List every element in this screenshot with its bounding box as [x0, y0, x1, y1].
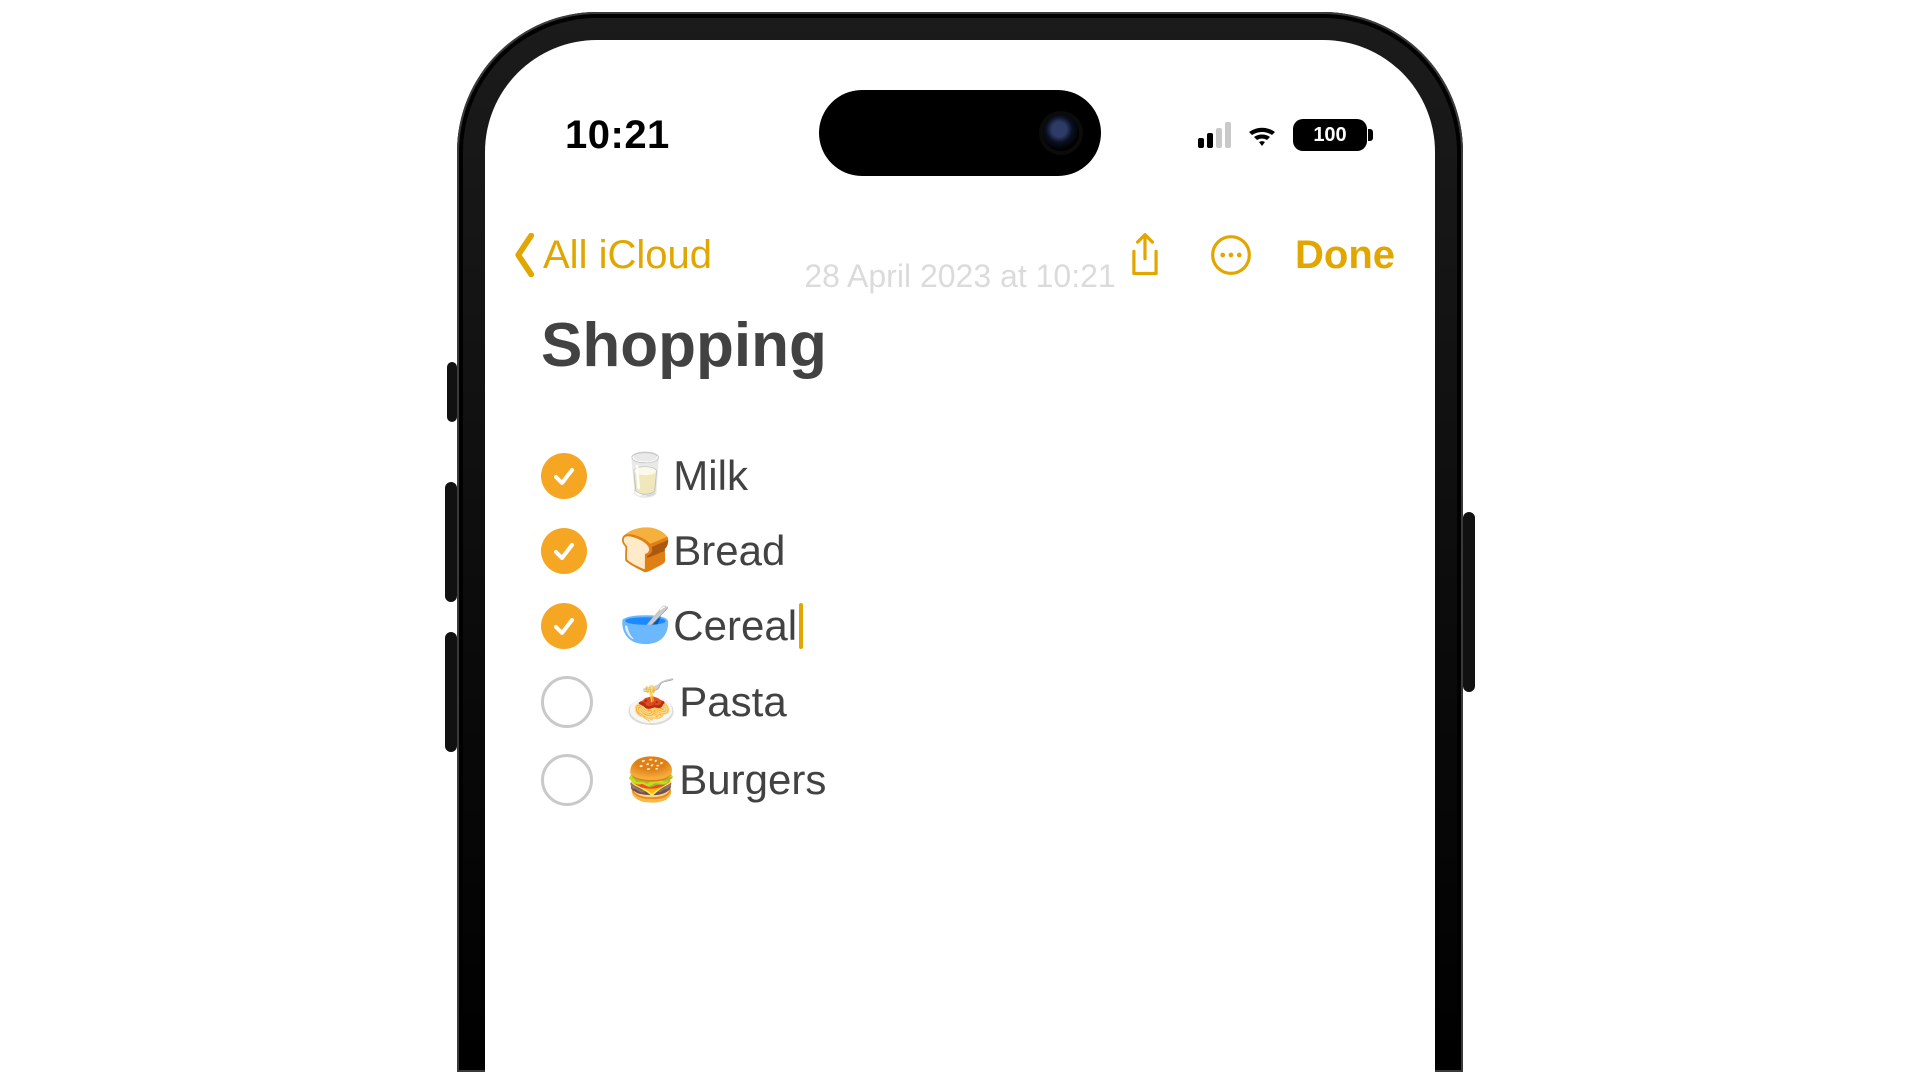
checklist-item[interactable]: 🍔Burgers [541, 754, 1379, 806]
item-label: Milk [673, 452, 748, 500]
item-emoji: 🥣 [619, 601, 671, 650]
checklist-item[interactable]: 🥛Milk [541, 451, 1379, 500]
screen: 10:21 100 All iCloud [485, 40, 1435, 1074]
checklist-item-text[interactable]: 🥣Cereal [619, 601, 803, 650]
checkbox-unchecked[interactable] [541, 676, 593, 728]
checklist-item-text[interactable]: 🍝Pasta [625, 678, 787, 727]
item-label: Bread [673, 527, 785, 575]
checklist-item[interactable]: 🍝Pasta [541, 676, 1379, 728]
front-camera [1043, 115, 1079, 151]
checklist-item-text[interactable]: 🍞Bread [619, 526, 785, 575]
ellipsis-circle-icon [1209, 231, 1253, 279]
checkbox-checked[interactable] [541, 603, 587, 649]
note-editor[interactable]: Shopping 🥛Milk🍞Bread🥣Cereal🍝Pasta🍔Burger… [541, 310, 1379, 806]
item-emoji: 🍞 [619, 526, 671, 575]
volume-down-button [445, 632, 457, 752]
checklist[interactable]: 🥛Milk🍞Bread🥣Cereal🍝Pasta🍔Burgers [541, 451, 1379, 806]
status-clock: 10:21 [565, 113, 670, 158]
checkbox-checked[interactable] [541, 453, 587, 499]
share-icon [1123, 231, 1167, 279]
chevron-left-icon [511, 233, 541, 277]
mute-switch [447, 362, 457, 422]
checkmark-icon [551, 463, 577, 489]
dynamic-island [819, 90, 1101, 176]
text-cursor [799, 603, 803, 649]
phone-frame: 10:21 100 All iCloud [457, 12, 1463, 1072]
item-label: Burgers [679, 756, 826, 804]
battery-indicator: 100 [1293, 119, 1367, 151]
checklist-item[interactable]: 🥣Cereal [541, 601, 1379, 650]
checklist-item-text[interactable]: 🥛Milk [619, 451, 748, 500]
checkbox-checked[interactable] [541, 528, 587, 574]
back-label: All iCloud [543, 233, 712, 278]
wifi-icon [1245, 122, 1279, 148]
cellular-signal-icon [1198, 122, 1231, 148]
navigation-bar: All iCloud [485, 220, 1435, 290]
item-emoji: 🍔 [625, 756, 677, 805]
checkmark-icon [551, 613, 577, 639]
checklist-item[interactable]: 🍞Bread [541, 526, 1379, 575]
checkmark-icon [551, 538, 577, 564]
item-label: Pasta [679, 678, 786, 726]
volume-up-button [445, 482, 457, 602]
power-button [1463, 512, 1475, 692]
item-label: Cereal [673, 602, 797, 650]
checkbox-unchecked[interactable] [541, 754, 593, 806]
done-button[interactable]: Done [1295, 233, 1395, 278]
share-button[interactable] [1123, 231, 1167, 279]
item-emoji: 🥛 [619, 451, 671, 500]
more-button[interactable] [1209, 231, 1253, 279]
battery-level-label: 100 [1313, 124, 1346, 147]
note-title[interactable]: Shopping [541, 310, 1379, 381]
item-emoji: 🍝 [625, 678, 677, 727]
back-button[interactable]: All iCloud [511, 233, 712, 278]
status-indicators: 100 [1198, 119, 1367, 151]
checklist-item-text[interactable]: 🍔Burgers [625, 756, 826, 805]
